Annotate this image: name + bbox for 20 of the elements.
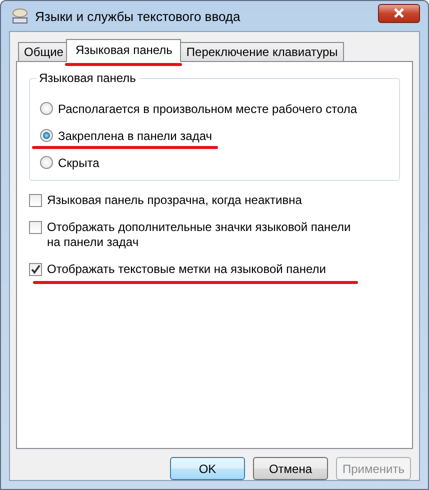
tab[interactable]: Переключение клавиатуры — [180, 42, 344, 61]
radio-button[interactable] — [40, 102, 53, 115]
checkbox[interactable] — [29, 221, 42, 234]
checkbox[interactable] — [29, 263, 42, 276]
keyboard-icon — [11, 8, 29, 24]
group-title: Языковая панель — [36, 71, 139, 85]
checkbox[interactable] — [29, 194, 42, 207]
radio-button[interactable] — [40, 129, 53, 142]
close-icon — [393, 8, 405, 18]
radio-label[interactable]: Располагается в произвольном месте рабочего стола — [58, 102, 358, 116]
checkbox-label[interactable]: Языковая панель прозрачна, когда неактивна — [47, 193, 352, 208]
radio-label[interactable]: Закреплена в панели задач — [58, 128, 212, 142]
close-button[interactable] — [378, 4, 420, 22]
dialog-button[interactable]: OK — [170, 457, 245, 480]
radio-label[interactable]: Скрыта — [58, 156, 100, 170]
radio-button[interactable] — [40, 156, 53, 169]
checkbox-label[interactable]: Отображать дополнительные значки языковой панели на панели задач — [47, 220, 352, 250]
window-title: Языки и службы текстового ввода — [35, 8, 242, 24]
checkbox-label[interactable]: Отображать текстовые метки на языковой панели — [47, 262, 352, 277]
dialog-button[interactable]: Отмена — [253, 457, 328, 480]
